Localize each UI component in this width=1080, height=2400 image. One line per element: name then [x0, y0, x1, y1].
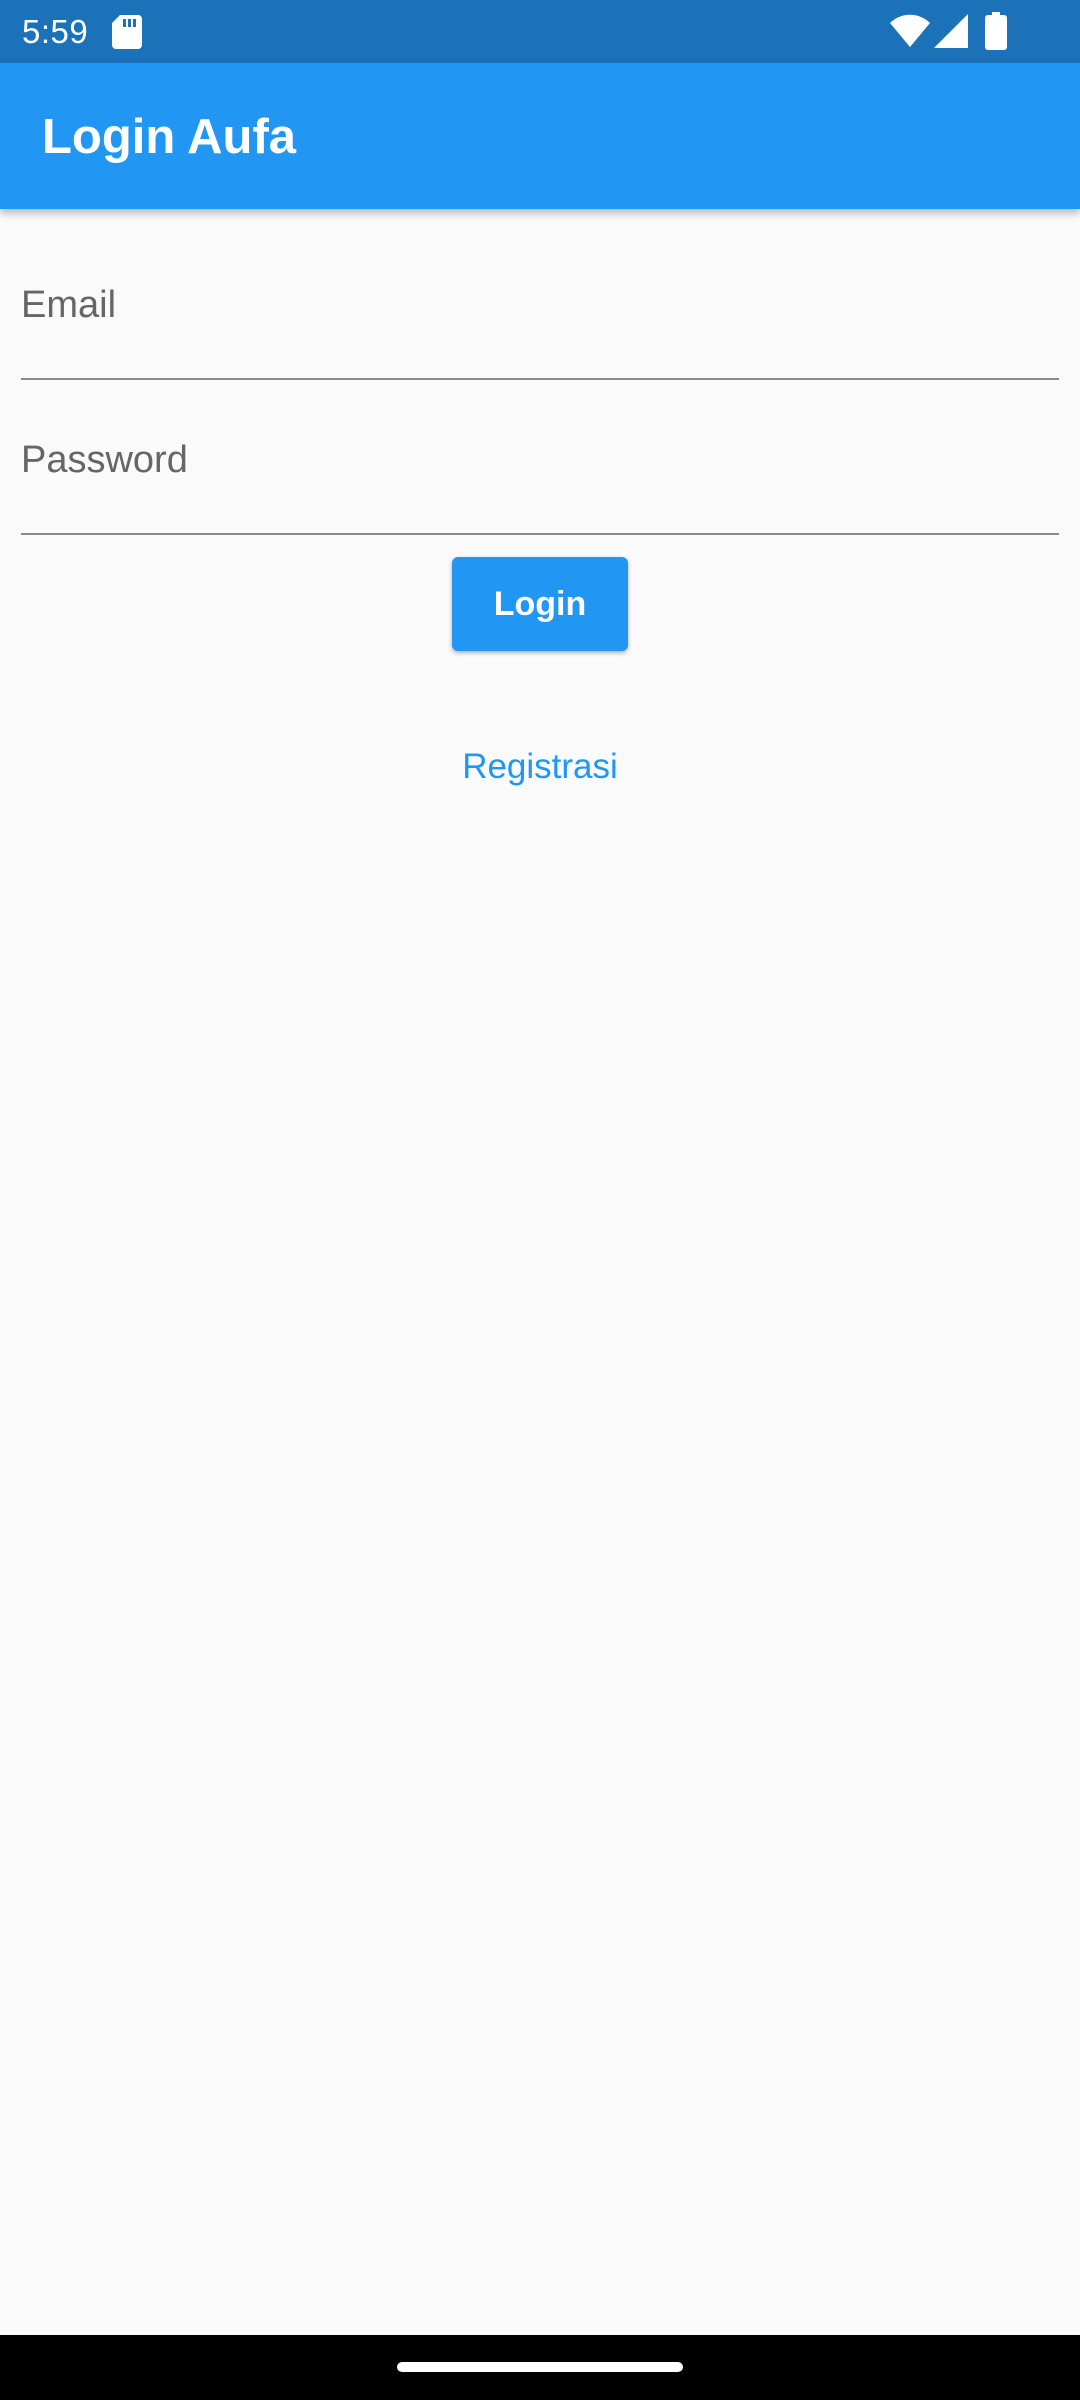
email-input[interactable]	[21, 270, 1059, 380]
sd-card-icon	[112, 15, 142, 49]
status-time: 5:59	[22, 13, 89, 50]
app-title: Login Aufa	[42, 110, 297, 164]
home-handle[interactable]	[397, 2362, 683, 2372]
password-underline	[21, 533, 1059, 535]
navigation-bar	[0, 2335, 1080, 2400]
password-field[interactable]: Password	[21, 425, 1059, 535]
email-field[interactable]: Email	[21, 270, 1059, 380]
app-bar: Login Aufa	[0, 63, 1080, 209]
password-input[interactable]	[21, 425, 1059, 535]
wifi-icon	[890, 14, 930, 47]
register-link[interactable]: Registrasi	[0, 742, 1080, 792]
email-underline	[21, 378, 1059, 380]
signal-icon	[934, 14, 968, 48]
login-screen: 5:59 Login Aufa Email Password Login Reg…	[0, 0, 1080, 2400]
status-bar: 5:59	[0, 0, 1080, 63]
login-button[interactable]: Login	[452, 557, 628, 651]
battery-icon	[985, 12, 1007, 50]
